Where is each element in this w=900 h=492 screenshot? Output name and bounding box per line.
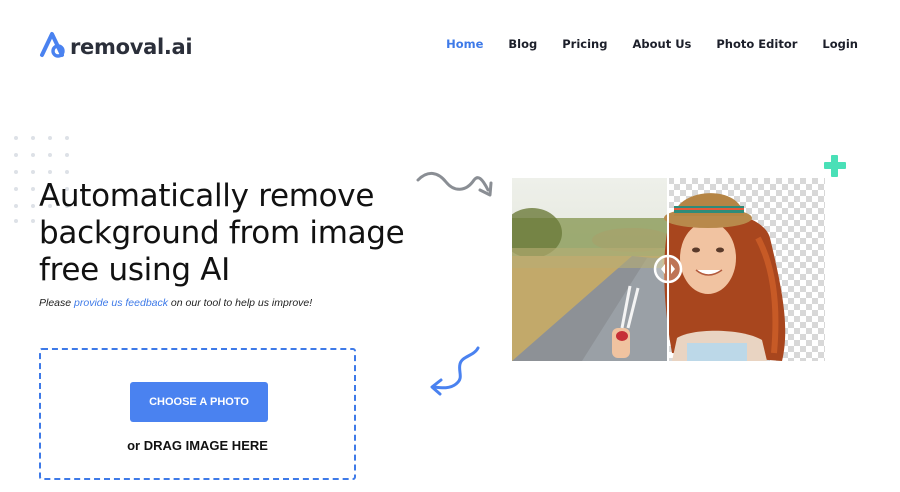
feedback-suffix: on our tool to help us improve! <box>168 297 313 309</box>
headline-line-1: Automatically remove <box>39 178 375 214</box>
nav-login[interactable]: Login <box>822 37 858 51</box>
main-nav: Home Blog Pricing About Us Photo Editor … <box>421 37 858 51</box>
nav-about-us[interactable]: About Us <box>632 37 691 51</box>
upload-dropzone[interactable]: CHOOSE A PHOTO or DRAG IMAGE HERE <box>39 348 356 480</box>
nav-blog[interactable]: Blog <box>508 37 537 51</box>
nav-pricing[interactable]: Pricing <box>562 37 607 51</box>
squiggle-arrow-icon <box>414 168 496 205</box>
nav-photo-editor[interactable]: Photo Editor <box>716 37 797 51</box>
logo-icon <box>38 29 68 64</box>
headline-line-2: background from image <box>39 215 405 251</box>
before-after-preview[interactable] <box>512 178 825 361</box>
nav-home[interactable]: Home <box>446 37 483 51</box>
logo[interactable]: removal.ai <box>38 29 193 64</box>
handle-arrows-icon[interactable] <box>653 254 683 284</box>
squiggle-arrow-icon <box>428 344 484 401</box>
hero-headline: Automatically remove background from ima… <box>39 178 405 289</box>
plus-icon <box>822 153 848 184</box>
feedback-prefix: Please <box>39 297 75 309</box>
choose-photo-button[interactable]: CHOOSE A PHOTO <box>130 382 268 422</box>
brand-name: removal.ai <box>70 34 193 59</box>
headline-line-3: free using AI <box>39 252 231 288</box>
feedback-text: Please provide us feedback on our tool t… <box>39 297 312 309</box>
drag-image-label: or DRAG IMAGE HERE <box>127 438 268 453</box>
feedback-link[interactable]: provide us feedback <box>74 297 168 309</box>
